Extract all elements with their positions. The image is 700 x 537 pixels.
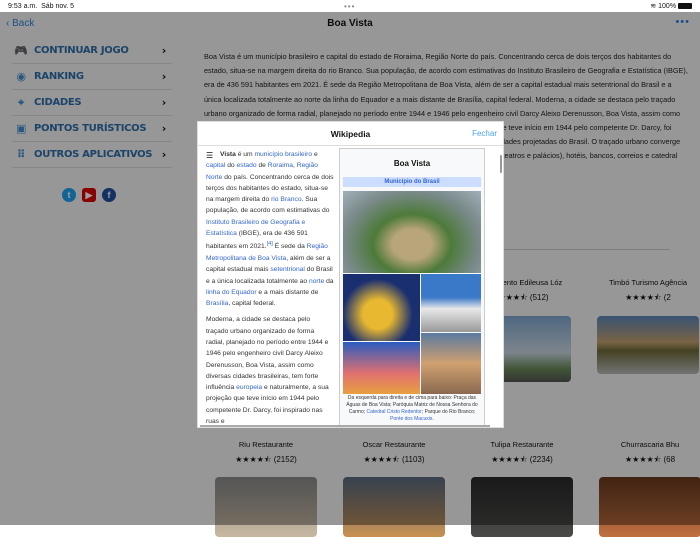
scrollbar[interactable] (500, 155, 502, 173)
aerial-photo[interactable] (343, 191, 481, 273)
bridge-photo[interactable] (421, 333, 481, 394)
table-of-contents-icon[interactable]: ☰ (206, 151, 214, 160)
cathedral-photo[interactable] (421, 274, 481, 332)
date: Sáb nov. 5 (41, 2, 75, 10)
status-bar: 9:53 a.m. Sáb nov. 5 ••• ≋ 100% (0, 0, 700, 12)
horizontal-scrollbar[interactable] (200, 425, 490, 427)
battery-icon (678, 3, 692, 10)
church-photo[interactable] (343, 274, 420, 341)
link-europeia[interactable]: europeia (236, 384, 262, 391)
wikipedia-modal: Wikipedia Fechar Vista é um município br… (197, 121, 504, 428)
close-button[interactable]: Fechar (472, 129, 497, 138)
article-text: Vista é um município brasileiro e capita… (206, 151, 334, 426)
infobox: Boa Vista Município do Brasil Da esquerd… (339, 148, 485, 426)
paragraph: Moderna, a cidade se destaca pelo traçad… (206, 316, 329, 392)
infobox-title: Boa Vista (393, 159, 431, 168)
time: 9:53 a.m. (8, 2, 38, 10)
infobox-caption: Da esquerda para direita e de cima para … (346, 395, 478, 422)
modal-title: Wikipedia (330, 129, 371, 139)
battery-level: 100% (658, 3, 677, 10)
fountain-photo[interactable] (343, 342, 420, 394)
wifi-icon: ≋ (650, 3, 657, 10)
multitask-icon[interactable]: ••• (344, 2, 355, 11)
infobox-subtitle[interactable]: Município do Brasil (343, 177, 481, 187)
